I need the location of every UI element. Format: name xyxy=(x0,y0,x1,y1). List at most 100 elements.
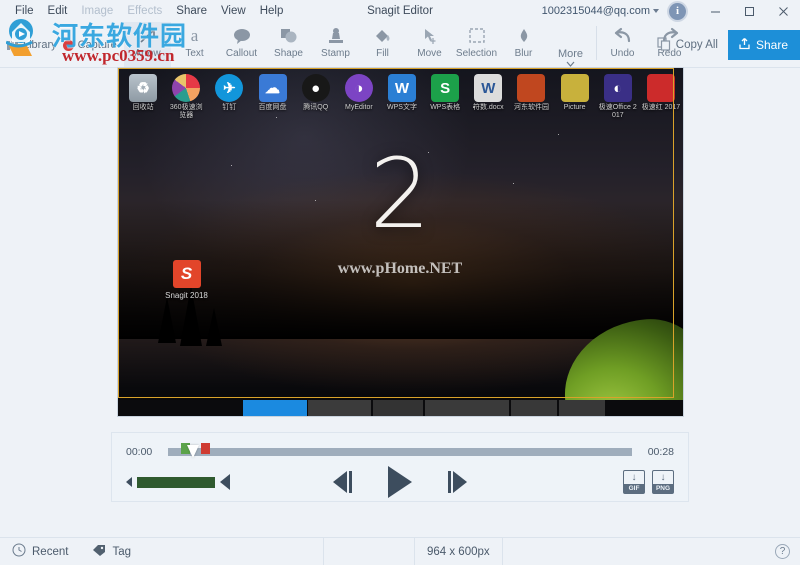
maximize-button[interactable] xyxy=(732,0,766,22)
record-dot-icon xyxy=(62,39,74,51)
desktop-icon-hedong-folder[interactable]: 河东软件园 xyxy=(510,72,553,120)
desktop-icon-label: 腾讯QQ xyxy=(303,104,329,111)
menu-item-view[interactable]: View xyxy=(214,0,253,22)
desktop-icon-wps-writer[interactable]: W WPS文字 xyxy=(380,72,423,120)
timeline-bar[interactable] xyxy=(168,448,632,456)
menu-item-help[interactable]: Help xyxy=(253,0,291,22)
play-button[interactable] xyxy=(388,466,412,498)
text-a-icon: a xyxy=(190,26,199,45)
copy-all-label: Copy All xyxy=(675,39,718,51)
captured-image[interactable]: ♻ 回收站 360极速浏览器 ✈ 钉钉 ☁ 百度网盘 ● 腾讯QQ ◑ MyEd… xyxy=(117,68,683,416)
baidu-netdisk-icon: ☁ xyxy=(258,74,287,102)
marquee-selection-icon xyxy=(467,25,487,47)
desktop-icon-wps-spreadsheet[interactable]: S WPS表格 xyxy=(424,72,467,120)
previous-frame-button[interactable] xyxy=(333,471,352,493)
menu-item-image: Image xyxy=(81,5,114,17)
share-button[interactable]: Share xyxy=(727,30,800,60)
library-label: Library xyxy=(23,39,57,51)
desktop-icon-myeditor[interactable]: ◑ MyEditor xyxy=(337,72,380,120)
capture-button[interactable]: Capture xyxy=(62,39,117,51)
tool-text[interactable]: a Text xyxy=(171,22,218,68)
tool-fill[interactable]: Fill xyxy=(359,22,406,68)
copy-all-button[interactable]: Copy All xyxy=(647,22,728,68)
docx-file-icon: W xyxy=(474,74,503,102)
tool-shape-label: Shape xyxy=(274,48,303,59)
tool-arrow[interactable]: Arrow xyxy=(124,22,171,68)
minimize-button[interactable] xyxy=(698,0,732,22)
capture-label: Capture xyxy=(77,39,117,51)
export-gif-button[interactable]: ↓ GIF xyxy=(623,470,645,494)
tool-blur-label: Blur xyxy=(514,48,533,59)
folder-yellow-icon xyxy=(560,74,589,102)
tool-stamp[interactable]: Stamp xyxy=(312,22,359,68)
trim-end-handle[interactable] xyxy=(201,443,210,454)
desktop-icon-label: 极速红 2017 xyxy=(641,104,681,111)
tool-undo[interactable]: Undo xyxy=(599,22,646,68)
tool-shape[interactable]: Shape xyxy=(265,22,312,68)
transport-row: ↓ GIF ↓ PNG xyxy=(126,465,674,499)
desktop-icon-label: MyEditor xyxy=(345,104,373,111)
close-button[interactable] xyxy=(766,0,800,22)
account-email[interactable]: 1002315044@qq.com xyxy=(542,5,650,17)
export-png-button[interactable]: ↓ PNG xyxy=(652,470,674,494)
volume-control[interactable] xyxy=(126,474,230,490)
undo-arrow-icon xyxy=(612,25,634,47)
desktop-icon-dingtalk[interactable]: ✈ 钉钉 xyxy=(208,72,251,120)
desktop-icon-360-browser[interactable]: 360极速浏览器 xyxy=(165,72,208,120)
recycle-bin-icon: ♻ xyxy=(129,74,158,102)
desktop-icon-picture-folder[interactable]: Picture xyxy=(553,72,596,120)
copy-icon xyxy=(657,36,671,54)
export-png-label: PNG xyxy=(653,484,673,493)
recent-button[interactable]: Recent xyxy=(0,538,80,565)
tree-silhouette xyxy=(157,296,176,343)
tool-more[interactable]: More xyxy=(547,22,594,68)
tool-callout-label: Callout xyxy=(225,48,258,59)
desktop-icon-qq[interactable]: ● 腾讯QQ xyxy=(294,72,337,120)
menu-item-edit[interactable]: Edit xyxy=(41,0,75,22)
chevron-down-icon[interactable] xyxy=(653,9,659,13)
desktop-icon-docx[interactable]: W 符数.docx xyxy=(467,72,510,120)
volume-decrease-icon[interactable] xyxy=(126,477,132,487)
info-icon[interactable]: i xyxy=(669,2,686,20)
menu-bar: File Edit Image Effects Share View Help … xyxy=(0,0,800,22)
snagit-editor-window: File Edit Image Effects Share View Help … xyxy=(0,0,800,565)
volume-slider[interactable] xyxy=(137,476,215,488)
tool-undo-label: Undo xyxy=(610,48,635,59)
desktop-icon-label: 极速Office 2017 xyxy=(598,104,637,119)
tag-button[interactable]: Tag xyxy=(80,538,143,565)
stamp-icon xyxy=(326,25,346,47)
left-panel-buttons: Library Capture xyxy=(0,22,124,68)
time-end: 00:28 xyxy=(647,446,674,458)
desktop-icon-recycle-bin[interactable]: ♻ 回收站 xyxy=(122,72,165,120)
annotation-tools: Arrow a Text Callout Shape Stamp Fill Mo… xyxy=(124,22,693,68)
tool-move[interactable]: Move xyxy=(406,22,453,68)
titlebar-right-group: 1002315044@qq.com i xyxy=(542,0,800,22)
timeline-track[interactable] xyxy=(168,443,632,461)
menu-item-effects: Effects xyxy=(127,5,163,17)
desktop-icon-label: Picture xyxy=(563,104,586,111)
tool-stamp-label: Stamp xyxy=(321,48,350,59)
desktop-icon-label: Snagit 2018 xyxy=(165,291,208,300)
tool-selection[interactable]: Selection xyxy=(453,22,500,68)
download-arrow-icon: ↓ xyxy=(660,472,666,483)
tool-fill-label: Fill xyxy=(376,48,389,59)
help-button[interactable]: ? xyxy=(775,544,790,559)
menu-item-share[interactable]: Share xyxy=(169,0,214,22)
center-watermark: www.pHome.NET xyxy=(337,260,463,277)
desktop-icon-office-2017[interactable]: ◐ 极速Office 2017 xyxy=(596,72,639,120)
speaker-icon[interactable] xyxy=(220,474,230,490)
tool-callout[interactable]: Callout xyxy=(218,22,265,68)
library-button[interactable]: Library xyxy=(6,39,57,52)
red-app-2017-icon xyxy=(646,74,675,102)
tool-blur[interactable]: Blur xyxy=(500,22,547,68)
desktop-icon-label: 回收站 xyxy=(132,104,154,111)
dingtalk-icon: ✈ xyxy=(215,74,244,102)
canvas-area[interactable]: ♻ 回收站 360极速浏览器 ✈ 钉钉 ☁ 百度网盘 ● 腾讯QQ ◑ MyEd… xyxy=(0,68,800,537)
desktop-icon-red-app-2017[interactable]: 极速红 2017 xyxy=(639,72,682,120)
arrow-icon xyxy=(138,25,158,47)
library-icon xyxy=(7,40,18,50)
next-frame-button[interactable] xyxy=(448,471,467,493)
menu-item-file[interactable]: File xyxy=(8,0,41,22)
desktop-icon-baidu-netdisk[interactable]: ☁ 百度网盘 xyxy=(251,72,294,120)
playhead-handle[interactable] xyxy=(187,445,199,458)
